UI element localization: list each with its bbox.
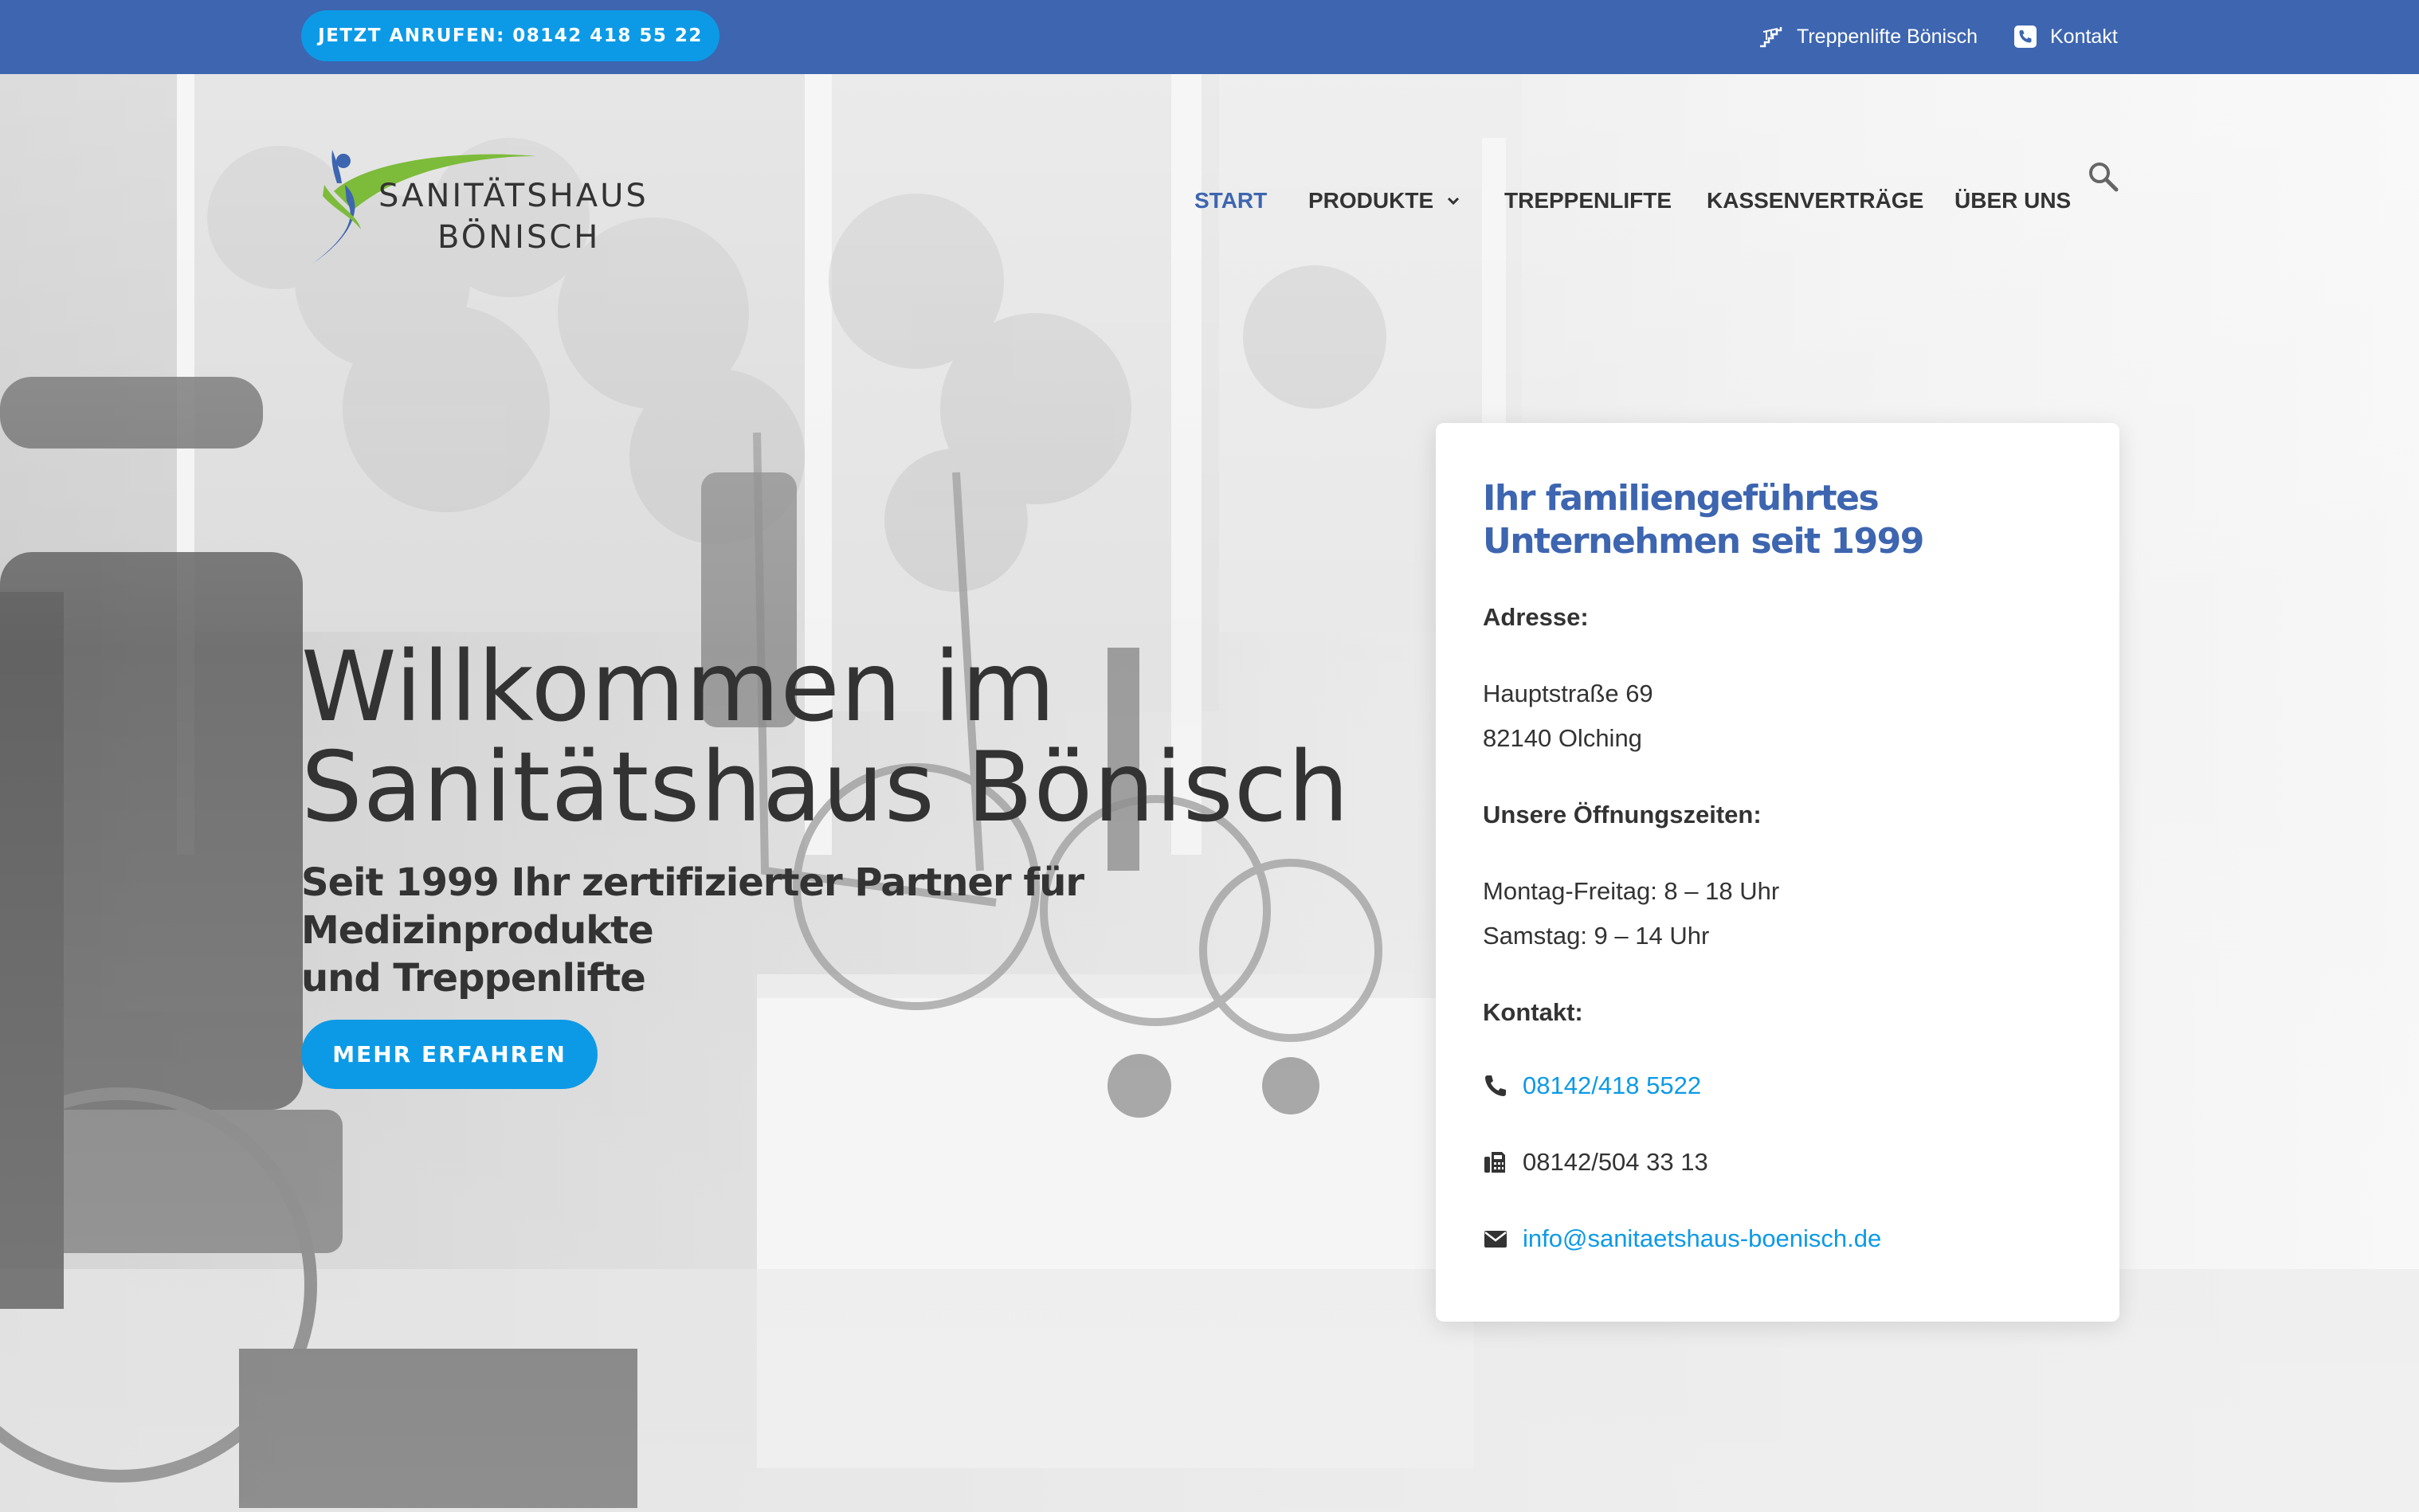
top-bar: JETZT ANRUFEN: 08142 418 55 22 Treppenli… bbox=[0, 0, 2419, 74]
phone-square-icon bbox=[2014, 25, 2037, 48]
address-street: Hauptstraße 69 bbox=[1483, 680, 1653, 707]
hero-subtitle-line2: und Treppenlifte bbox=[301, 956, 646, 1001]
envelope-icon bbox=[1484, 1231, 1507, 1248]
top-link-treppenlifte-label: Treppenlifte Bönisch bbox=[1797, 25, 1978, 48]
top-link-treppenlifte[interactable]: Treppenlifte Bönisch bbox=[1758, 21, 1978, 53]
contact-label: Kontakt: bbox=[1483, 998, 1583, 1026]
nav-item-produkte-label: PRODUKTE bbox=[1308, 188, 1434, 213]
top-link-kontakt[interactable]: Kontakt bbox=[2013, 21, 2118, 53]
address-city: 82140 Olching bbox=[1483, 724, 1642, 752]
info-card: Ihr familiengeführtes Unternehmen seit 1… bbox=[1436, 423, 2119, 1322]
hero-subtitle-line1: Seit 1999 Ihr zertifizierter Partner für… bbox=[301, 860, 1084, 953]
phone-icon bbox=[1485, 1075, 1506, 1096]
fax-number: 08142/504 33 13 bbox=[1523, 1148, 1708, 1176]
address-label: Adresse: bbox=[1483, 603, 1589, 631]
hours-label: Unsere Öffnungszeiten: bbox=[1483, 801, 1762, 828]
hero-title-line2: Sanitätshaus Bönisch bbox=[301, 731, 1350, 844]
fax-icon bbox=[1484, 1152, 1505, 1173]
stairlift-icon bbox=[1760, 27, 1782, 48]
mehr-erfahren-button[interactable]: MEHR ERFAHREN bbox=[301, 1020, 598, 1089]
hero-subtitle: Seit 1999 Ihr zertifizierter Partner für… bbox=[301, 859, 1417, 1002]
search-button[interactable] bbox=[2086, 159, 2121, 194]
top-link-kontakt-label: Kontakt bbox=[2050, 25, 2118, 48]
chevron-down-icon bbox=[1448, 197, 1460, 206]
hours-weekday: Montag-Freitag: 8 – 18 Uhr bbox=[1483, 877, 1780, 905]
search-icon bbox=[2089, 163, 2119, 192]
hero-title-line1: Willkommen im bbox=[301, 631, 1057, 743]
hero-title: Willkommen im Sanitätshaus Bönisch bbox=[301, 637, 1417, 838]
nav-item-produkte[interactable]: PRODUKTE bbox=[1308, 188, 1462, 213]
nav-item-kassenvertraege[interactable]: KASSENVERTRÄGE bbox=[1707, 188, 1923, 213]
nav-item-start[interactable]: START bbox=[1194, 188, 1267, 213]
logo-text-line2: BÖNISCH bbox=[437, 219, 601, 256]
nav-item-ueber-uns[interactable]: ÜBER UNS bbox=[1954, 188, 2071, 213]
hours-saturday: Samstag: 9 – 14 Uhr bbox=[1483, 922, 1710, 950]
main-navigation: START PRODUKTE TREPPENLIFTE KASSENVERTRÄ… bbox=[0, 188, 2419, 220]
contact-email-row: info@sanitaetshaus-boenisch.de bbox=[1483, 1224, 1881, 1253]
email-link[interactable]: info@sanitaetshaus-boenisch.de bbox=[1523, 1224, 1881, 1253]
phone-link[interactable]: 08142/418 5522 bbox=[1523, 1071, 1701, 1100]
card-title-line2: Unternehmen seit 1999 bbox=[1483, 521, 1924, 562]
contact-phone-row: 08142/418 5522 bbox=[1483, 1071, 1701, 1100]
contact-fax-row: 08142/504 33 13 bbox=[1483, 1148, 1708, 1177]
card-title-line1: Ihr familiengeführtes bbox=[1483, 478, 1880, 519]
card-title: Ihr familiengeführtes Unternehmen seit 1… bbox=[1483, 477, 2088, 563]
call-now-button[interactable]: JETZT ANRUFEN: 08142 418 55 22 bbox=[301, 10, 719, 61]
nav-item-treppenlifte[interactable]: TREPPENLIFTE bbox=[1504, 188, 1672, 213]
